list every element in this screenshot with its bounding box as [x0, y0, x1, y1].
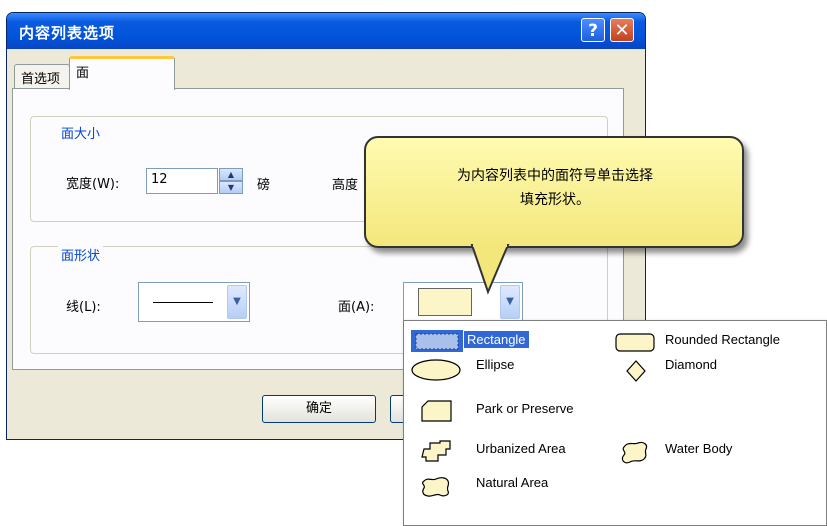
tooltip-line-1: 为内容列表中的面符号单击选择 — [457, 168, 653, 184]
patch-size-label: 面大小 — [58, 123, 104, 142]
tooltip-tail — [470, 244, 510, 295]
rounded-rectangle-icon — [615, 333, 655, 352]
diamond-icon — [626, 360, 646, 382]
list-item-urbanized-area[interactable]: Urbanized Area — [410, 435, 610, 465]
window-title: 内容列表选项 — [19, 24, 116, 42]
height-label: 高度 — [332, 178, 359, 193]
ellipse-icon — [411, 359, 461, 381]
line-sample — [153, 302, 213, 303]
list-item-label: Urbanized Area — [476, 441, 566, 456]
width-label: 宽度(W): — [66, 177, 120, 192]
list-item-rounded-rectangle[interactable]: Rounded Rectangle — [610, 329, 824, 353]
list-item-park-or-preserve[interactable]: Park or Preserve — [410, 395, 610, 425]
tooltip-line-2: 填充形状。 — [520, 192, 590, 208]
list-item-water-body[interactable]: Water Body — [610, 435, 824, 469]
tab-general[interactable]: 首选项 — [14, 64, 70, 88]
title-bar[interactable]: 内容列表选项 ? ✕ — [7, 13, 645, 49]
urbanized-area-icon — [421, 440, 451, 462]
help-button[interactable]: ? — [581, 18, 605, 42]
line-shape-combo[interactable]: ▼ — [138, 282, 250, 322]
park-or-preserve-icon — [421, 400, 452, 422]
list-item-label: Park or Preserve — [476, 401, 574, 416]
area-label: 面(A): — [338, 300, 375, 315]
shape-dropdown-list: Rectangle Rounded Rectangle Ellipse Diam… — [403, 320, 827, 526]
tooltip-text: 为内容列表中的面符号单击选择 填充形状。 — [380, 164, 730, 212]
line-label: 线(L): — [66, 300, 101, 315]
list-item-label: Diamond — [665, 357, 718, 372]
spin-up-icon[interactable]: ▲ — [219, 168, 243, 181]
spin-down-icon[interactable]: ▼ — [219, 181, 243, 194]
list-item-label: Ellipse — [476, 357, 515, 372]
list-item-natural-area[interactable]: Natural Area — [410, 469, 610, 503]
water-body-icon — [621, 441, 648, 464]
list-item-diamond[interactable]: Diamond — [610, 355, 824, 383]
rectangle-icon — [411, 330, 463, 352]
list-item-ellipse[interactable]: Ellipse — [410, 355, 558, 383]
area-sample — [418, 288, 472, 316]
tooltip-callout: 为内容列表中的面符号单击选择 填充形状。 — [364, 136, 744, 248]
list-item-label: Rectangle — [464, 331, 529, 348]
list-item-label: Water Body — [665, 441, 733, 456]
list-item-rectangle[interactable]: Rectangle — [410, 329, 558, 353]
tab-patches[interactable]: 面 — [69, 56, 175, 90]
natural-area-icon — [422, 477, 450, 497]
close-button[interactable]: ✕ — [610, 18, 634, 42]
width-input[interactable]: 12 — [146, 168, 218, 194]
list-item-label: Natural Area — [476, 475, 549, 490]
patch-shape-label: 面形状 — [58, 245, 104, 264]
list-item-label: Rounded Rectangle — [665, 332, 780, 347]
width-unit: 磅 — [257, 178, 271, 193]
chevron-down-icon[interactable]: ▼ — [227, 285, 247, 319]
ok-button[interactable]: 确定 — [262, 395, 376, 423]
